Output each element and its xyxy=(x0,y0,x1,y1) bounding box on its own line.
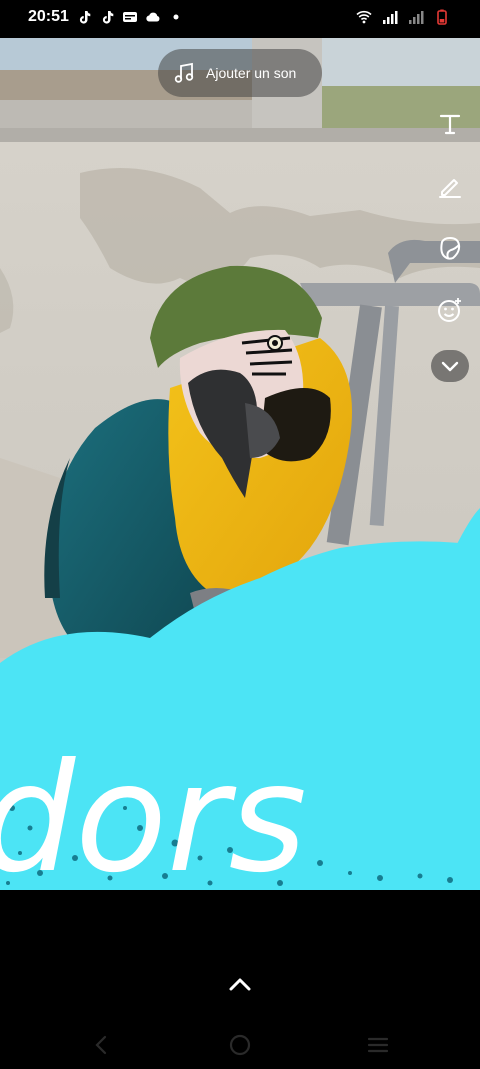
add-sound-button[interactable]: Ajouter un son xyxy=(158,49,322,97)
signal-icon xyxy=(383,11,398,24)
chevron-down-icon xyxy=(441,361,459,372)
editor-tools xyxy=(431,108,469,412)
story-photo[interactable]: dors xyxy=(0,38,480,890)
pencil-icon xyxy=(439,179,461,198)
status-bar: 20:51 xyxy=(0,0,480,36)
status-right-icons xyxy=(356,9,450,25)
back-icon[interactable] xyxy=(88,1032,114,1058)
home-icon[interactable] xyxy=(227,1032,253,1058)
more-tools-button[interactable] xyxy=(431,350,469,382)
tiktok-icon xyxy=(102,11,114,24)
dot-icon xyxy=(173,14,179,20)
emoji-icon xyxy=(438,298,461,322)
music-note-icon xyxy=(174,62,194,83)
signal-icon xyxy=(409,11,424,24)
status-left-icons xyxy=(76,9,184,25)
macaw-photo: dors xyxy=(0,38,480,890)
wifi-icon xyxy=(356,10,372,24)
chevron-up-icon[interactable] xyxy=(226,974,254,994)
sticker-icon xyxy=(440,236,461,260)
tiktok-icon xyxy=(79,11,91,24)
battery-icon xyxy=(437,9,447,25)
notification-icon xyxy=(123,12,137,22)
status-time: 20:51 xyxy=(28,8,69,25)
recents-icon[interactable] xyxy=(365,1032,391,1058)
emoji-tool-button[interactable] xyxy=(434,294,466,326)
text-tool-button[interactable] xyxy=(434,108,466,140)
cloud-icon xyxy=(146,12,160,22)
text-icon xyxy=(439,114,461,135)
add-sound-label: Ajouter un son xyxy=(206,65,297,81)
draw-tool-button[interactable] xyxy=(434,170,466,202)
overlay-text[interactable]: dors xyxy=(0,732,307,890)
sticker-tool-button[interactable] xyxy=(434,232,466,264)
